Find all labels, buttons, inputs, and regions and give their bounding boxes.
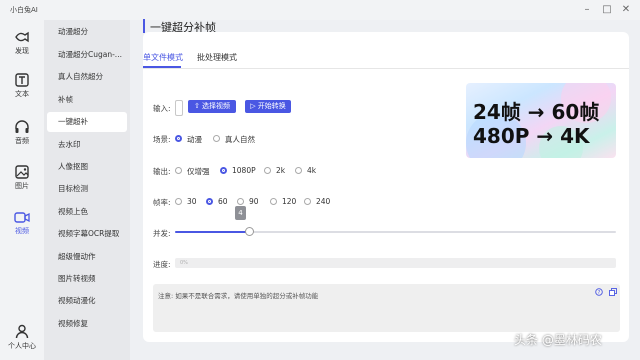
concurrency-slider-fill bbox=[175, 231, 250, 233]
fps-90-radio[interactable] bbox=[237, 198, 244, 205]
video-icon bbox=[14, 212, 30, 223]
submenu-item[interactable]: 动漫超分Cugan-... bbox=[47, 45, 127, 65]
submenu-item[interactable]: 真人自然超分 bbox=[47, 67, 127, 87]
nav-label: 视频 bbox=[15, 227, 29, 235]
submenu-item[interactable]: 动漫超分 bbox=[47, 22, 127, 42]
active-tab-indicator bbox=[143, 66, 181, 68]
nav-item-profile[interactable]: 个人中心 bbox=[0, 324, 44, 351]
nav-label: 音频 bbox=[15, 137, 29, 145]
main-nav: 发现 文本 音频 图片 视频 个人中心 bbox=[0, 20, 44, 360]
start-convert-label: 开始转换 bbox=[257, 102, 286, 110]
scene-real-label: 真人自然 bbox=[225, 135, 255, 144]
help-icon[interactable]: ? bbox=[595, 288, 603, 296]
submenu-item[interactable]: 目标检测 bbox=[47, 179, 127, 199]
nav-label: 发现 bbox=[15, 47, 29, 55]
title-accent bbox=[143, 19, 145, 33]
select-video-button[interactable]: ⇧ 选择视频 bbox=[188, 100, 236, 113]
output-2k-label: 2k bbox=[276, 166, 286, 175]
input-label: 输入: bbox=[153, 104, 171, 113]
notice-text: 注意: 如果不是联合需求，请使用单独的超分或补帧功能 bbox=[158, 292, 319, 300]
output-label: 输出: bbox=[153, 167, 171, 176]
headphones-icon bbox=[15, 120, 29, 133]
fps-120-label: 120 bbox=[282, 197, 297, 206]
nav-item-text[interactable]: 文本 bbox=[0, 73, 44, 99]
output-4k-radio[interactable] bbox=[295, 167, 302, 174]
submenu-item-active[interactable]: 一键超补 bbox=[47, 112, 127, 132]
nav-item-video[interactable]: 视频 bbox=[0, 211, 44, 236]
fps-240-label: 240 bbox=[316, 197, 331, 206]
scene-real-radio[interactable] bbox=[213, 135, 220, 142]
concurrency-label: 并发: bbox=[153, 229, 171, 238]
submenu-item[interactable]: 视频字幕OCR提取 bbox=[47, 224, 127, 244]
preview-resolution-text: 480P → 4K bbox=[473, 124, 590, 148]
fps-240-radio[interactable] bbox=[304, 198, 311, 205]
preview-fps-text: 24帧 → 60帧 bbox=[473, 100, 600, 124]
title-bar: 小白兔AI – □ ✕ bbox=[0, 0, 640, 20]
fps-30-radio[interactable] bbox=[175, 198, 182, 205]
fps-120-radio[interactable] bbox=[270, 198, 277, 205]
input-path-field[interactable] bbox=[175, 100, 183, 116]
video-submenu: 动漫超分 动漫超分Cugan-... 真人自然超分 补帧 一键超补 去水印 人像… bbox=[44, 20, 130, 360]
tab-single-file[interactable]: 单文件模式 bbox=[143, 52, 183, 63]
submenu-item[interactable]: 视频上色 bbox=[47, 202, 127, 222]
maximize-icon[interactable]: □ bbox=[600, 3, 614, 17]
progress-bar bbox=[175, 258, 616, 268]
image-icon bbox=[15, 165, 29, 179]
select-video-label: 选择视频 bbox=[202, 102, 231, 110]
watermark-text: 头条 @墨林码农 bbox=[514, 333, 602, 347]
scene-label: 场景: bbox=[153, 135, 171, 144]
progress-label: 进度: bbox=[153, 260, 171, 269]
submenu-item[interactable]: 视频修复 bbox=[47, 314, 127, 334]
start-convert-button[interactable]: ▷ 开始转换 bbox=[245, 100, 291, 113]
tab-batch[interactable]: 批处理模式 bbox=[197, 52, 237, 63]
upload-icon: ⇧ bbox=[193, 102, 200, 110]
output-2k-radio[interactable] bbox=[264, 167, 271, 174]
svg-text:?: ? bbox=[598, 290, 601, 296]
copy-icon[interactable] bbox=[609, 288, 617, 296]
fps-90-label: 90 bbox=[249, 197, 259, 206]
submenu-item[interactable]: 图片转视频 bbox=[47, 269, 127, 289]
output-1080p-label: 1080P bbox=[232, 166, 256, 175]
submenu-item[interactable]: 补帧 bbox=[47, 90, 127, 110]
play-icon: ▷ bbox=[250, 102, 256, 110]
concurrency-value-tooltip: 4 bbox=[234, 206, 246, 220]
nav-item-audio[interactable]: 音频 bbox=[0, 119, 44, 146]
fps-60-label: 60 bbox=[218, 197, 228, 206]
submenu-item[interactable]: 人像抠图 bbox=[47, 157, 127, 177]
tabs-divider bbox=[143, 68, 629, 69]
submenu-item[interactable]: 超级慢动作 bbox=[47, 247, 127, 267]
progress-text: 0% bbox=[180, 260, 188, 266]
output-enhance-label: 仅增强 bbox=[187, 167, 210, 176]
minimize-icon[interactable]: – bbox=[580, 3, 594, 17]
fps-30-label: 30 bbox=[187, 197, 197, 206]
nav-label: 图片 bbox=[15, 182, 29, 190]
output-4k-label: 4k bbox=[307, 166, 317, 175]
user-icon bbox=[15, 324, 29, 339]
preview-banner: 24帧 → 60帧 480P → 4K bbox=[466, 83, 616, 158]
fps-60-radio[interactable] bbox=[206, 198, 213, 205]
nav-item-discover[interactable]: 发现 bbox=[0, 30, 44, 56]
nav-item-image[interactable]: 图片 bbox=[0, 165, 44, 191]
scene-anime-label: 动漫 bbox=[187, 135, 202, 144]
output-enhance-radio[interactable] bbox=[175, 167, 182, 174]
submenu-item[interactable]: 视频动漫化 bbox=[47, 291, 127, 311]
fps-label: 帧率: bbox=[153, 198, 171, 207]
scene-anime-radio[interactable] bbox=[175, 135, 182, 142]
text-icon bbox=[15, 73, 29, 87]
nav-label: 个人中心 bbox=[8, 342, 36, 350]
app-title: 小白兔AI bbox=[10, 6, 38, 14]
close-icon[interactable]: ✕ bbox=[619, 3, 633, 17]
output-1080p-radio[interactable] bbox=[220, 167, 227, 174]
fish-icon bbox=[15, 31, 29, 43]
nav-label: 文本 bbox=[15, 90, 29, 98]
submenu-item[interactable]: 去水印 bbox=[47, 135, 127, 155]
